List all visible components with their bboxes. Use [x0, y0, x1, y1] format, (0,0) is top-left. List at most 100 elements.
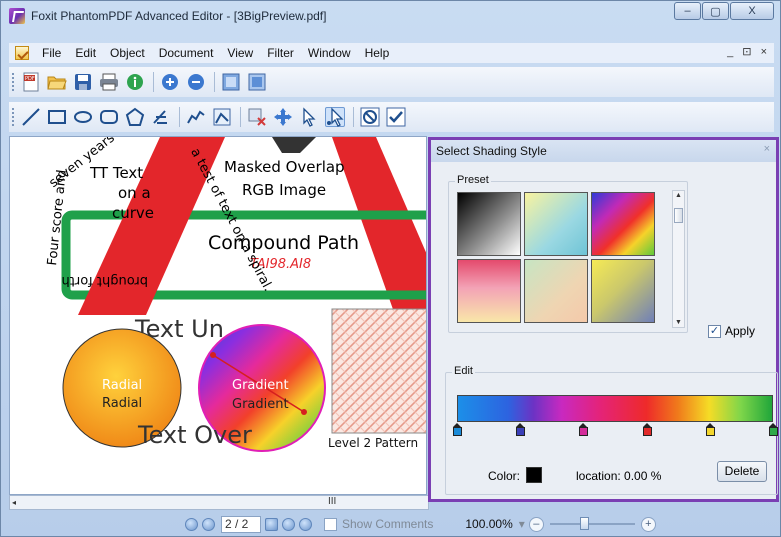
dark-shape — [272, 137, 316, 153]
gradient-stop-handle[interactable] — [705, 423, 715, 436]
move-icon[interactable] — [273, 107, 293, 127]
menu-filter[interactable]: Filter — [260, 46, 301, 60]
radial-label-white: Radial — [102, 378, 142, 393]
preset-swatch-green-peach[interactable] — [524, 259, 588, 323]
preset-swatch-rainbow[interactable] — [591, 192, 655, 256]
preset-scroll-thumb[interactable] — [674, 208, 683, 223]
toolbar-grip[interactable] — [12, 108, 15, 126]
delete-object-icon[interactable] — [247, 107, 267, 127]
dialog-title: Select Shading Style — [436, 144, 547, 158]
apply-option[interactable]: ✓ Apply — [708, 324, 755, 338]
page-dropdown-icon[interactable] — [265, 517, 278, 531]
gradient-stop-handle[interactable] — [642, 423, 652, 436]
rounded-rect-tool-icon[interactable] — [99, 107, 119, 127]
document-menu-icon[interactable] — [15, 46, 29, 60]
line-tool-icon[interactable] — [21, 107, 41, 127]
next-page-icon[interactable] — [282, 517, 295, 531]
gradient-stop-handle[interactable] — [516, 423, 526, 436]
menu-window[interactable]: Window — [301, 46, 358, 60]
last-page-icon[interactable] — [299, 517, 312, 531]
fit-width-icon[interactable] — [247, 72, 267, 92]
toolbar-separator — [353, 107, 354, 127]
toolbar-separator — [179, 107, 180, 127]
ellipse-tool-icon[interactable] — [73, 107, 93, 127]
zoom-dropdown-icon[interactable]: ▾ — [519, 517, 525, 531]
file-toolbar: PDF — [9, 67, 774, 97]
menu-file[interactable]: File — [35, 46, 68, 60]
preset-swatch-pink-yellow[interactable] — [457, 259, 521, 323]
save-icon[interactable] — [73, 72, 93, 92]
checkmark-icon[interactable] — [386, 107, 406, 127]
zoom-in-icon[interactable] — [160, 72, 180, 92]
info-icon[interactable] — [125, 72, 145, 92]
rectangle-tool-icon[interactable] — [47, 107, 67, 127]
show-comments-label: Show Comments — [342, 517, 434, 531]
select-arrow-icon[interactable] — [299, 107, 319, 127]
preset-swatch-yellow-cyan[interactable] — [524, 192, 588, 256]
maximize-button[interactable]: ▢ — [702, 2, 729, 20]
menu-view[interactable]: View — [220, 46, 260, 60]
text-on-path-icon[interactable] — [151, 107, 171, 127]
gradient-editor-bar[interactable] — [457, 395, 773, 422]
close-button[interactable]: X — [730, 2, 774, 20]
zoom-level[interactable]: 100.00% — [465, 517, 512, 531]
zoom-out-button[interactable]: – — [528, 516, 544, 532]
no-entry-icon[interactable] — [360, 107, 380, 127]
menu-object[interactable]: Object — [103, 46, 152, 60]
red-triangle-shape — [332, 137, 426, 315]
direct-select-icon[interactable] — [325, 107, 345, 127]
open-folder-icon[interactable] — [47, 72, 67, 92]
tt-text-line2: on a — [118, 184, 151, 202]
zoom-in-button[interactable]: + — [640, 516, 656, 532]
app-window: Foxit PhantomPDF Advanced Editor - [3Big… — [0, 0, 781, 537]
toolbar-grip[interactable] — [12, 73, 15, 91]
fit-page-icon[interactable] — [221, 72, 241, 92]
gradient-stop-handle[interactable] — [769, 423, 778, 436]
toolbar-separator — [214, 72, 215, 92]
image-tool-icon[interactable] — [212, 107, 232, 127]
menu-bar: File Edit Object Document View Filter Wi… — [9, 43, 774, 63]
print-icon[interactable] — [99, 72, 119, 92]
zoom-slider[interactable] — [549, 517, 635, 530]
preset-swatch-yellow-blue[interactable] — [591, 259, 655, 323]
gradient-end-handle[interactable] — [301, 409, 307, 415]
scroll-down-icon[interactable]: ▼ — [675, 319, 682, 326]
curve-tool-icon[interactable] — [186, 107, 206, 127]
page-number-input[interactable] — [221, 515, 261, 533]
new-pdf-icon[interactable]: PDF — [21, 72, 41, 92]
gradient-stop-handle[interactable] — [453, 423, 462, 436]
menu-document[interactable]: Document — [152, 46, 221, 60]
menu-edit[interactable]: Edit — [68, 46, 103, 60]
app-logo-icon — [9, 8, 25, 24]
scroll-up-icon[interactable]: ▲ — [675, 192, 682, 199]
color-swatch[interactable] — [526, 467, 542, 483]
mdi-controls[interactable]: _ ⊡ × — [727, 45, 770, 58]
previous-page-icon[interactable] — [202, 517, 215, 531]
gradient-label-dark: Gradient — [232, 397, 289, 412]
horizontal-scrollbar[interactable]: ◂ III — [9, 495, 429, 510]
delete-button[interactable]: Delete — [717, 461, 767, 482]
first-page-icon[interactable] — [185, 517, 198, 531]
apply-label: Apply — [725, 324, 756, 338]
menu-help[interactable]: Help — [358, 46, 397, 60]
toolbar-separator — [153, 72, 154, 92]
gradient-stop-handle[interactable] — [579, 423, 589, 436]
zoom-slider-thumb[interactable] — [579, 517, 589, 530]
rgb-image-label: RGB Image — [242, 181, 326, 199]
tt-text-line1: TT Text — [89, 164, 143, 182]
edit-group: Edit Color: location: 0.00 % Delete — [445, 365, 778, 495]
show-comments-checkbox[interactable] — [324, 517, 337, 531]
tt-text-line3: curve — [112, 204, 154, 222]
polygon-tool-icon[interactable] — [125, 107, 145, 127]
scroll-left-icon[interactable]: ◂ — [12, 498, 16, 507]
document-canvas[interactable]: TT Text on a curve Masked Overlap RGB Im… — [9, 136, 427, 495]
gradient-start-handle[interactable] — [210, 352, 216, 358]
preset-swatch-black-white[interactable] — [457, 192, 521, 256]
minimize-button[interactable]: – — [674, 2, 701, 20]
apply-checkbox[interactable]: ✓ — [708, 324, 721, 338]
zoom-out-icon[interactable] — [186, 72, 206, 92]
dialog-close-icon[interactable]: × — [764, 143, 770, 155]
drawing-toolbar — [9, 102, 774, 132]
scroll-thumb-grip[interactable]: III — [328, 496, 336, 507]
preset-scrollbar[interactable]: ▲ ▼ — [672, 190, 685, 328]
